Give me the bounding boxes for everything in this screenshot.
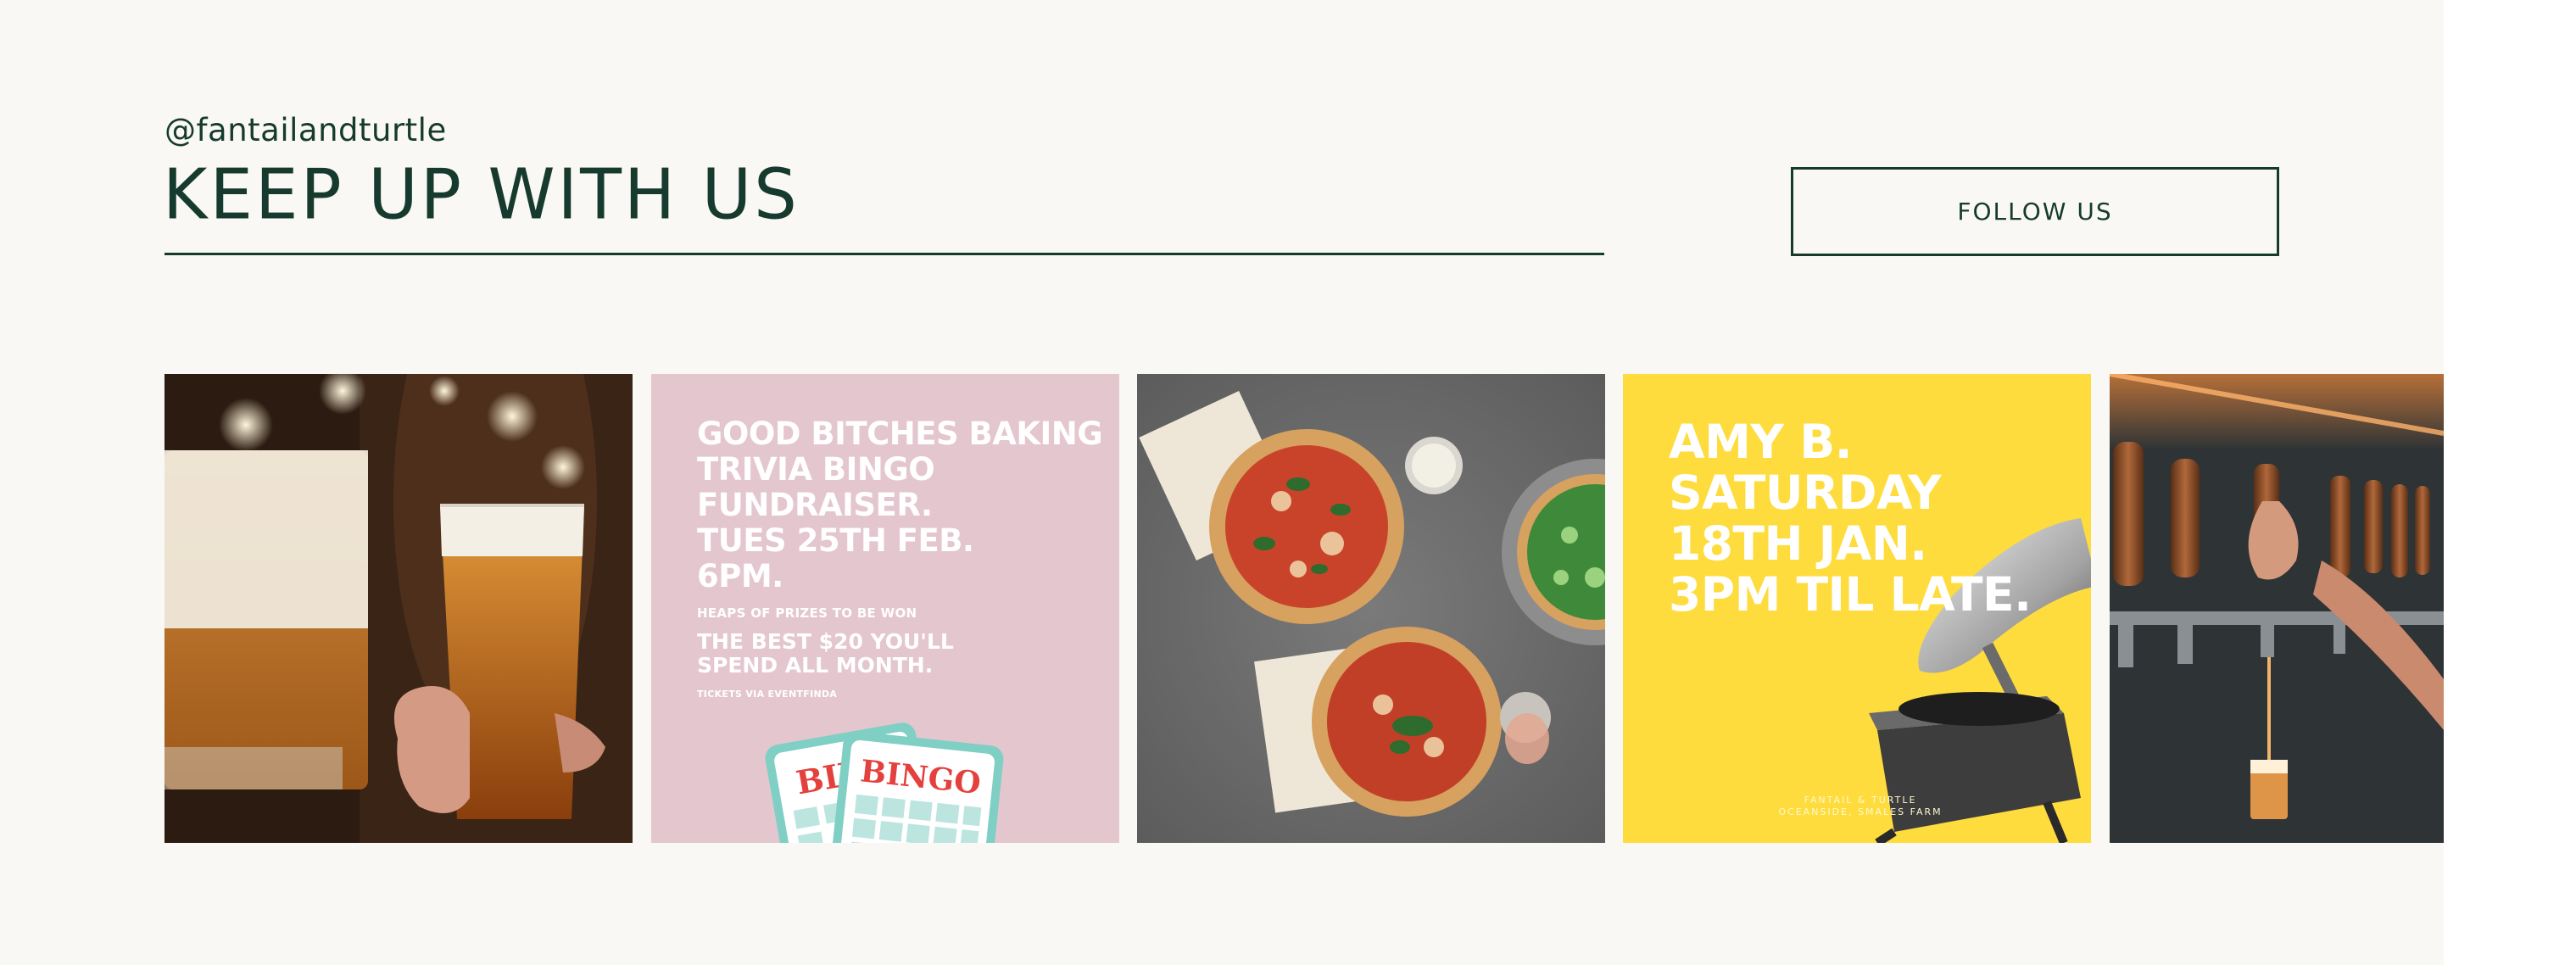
page-title: KEEP UP WITH US [163,154,800,235]
pizzas-photo [1137,374,1605,843]
title-underline [164,253,1604,255]
gig-venue-credit: FANTAIL & TURTLE OCEANSIDE, SMALES FARM [1623,795,2091,818]
gig-headline-line: AMY B. [1669,415,1853,469]
gallery-tile-pizzas[interactable] [1137,374,1605,843]
bingo-cards-illustration: BING BINGO [765,722,1004,843]
gallery-tile-beer-taps[interactable] [2110,374,2444,843]
beer-taps-photo [2110,374,2444,843]
gallery-tile-gig-poster[interactable]: AMY B. SATURDAY 18TH JAN. 3PM TIL LATE. … [1623,374,2091,843]
gallery-tile-bingo-poster[interactable]: GOOD BITCHES BAKING TRIVIA BINGO FUNDRAI… [651,374,1119,843]
follow-us-button[interactable]: FOLLOW US [1791,167,2279,256]
instagram-gallery: GOOD BITCHES BAKING TRIVIA BINGO FUNDRAI… [164,374,2444,843]
gig-credit-line: FANTAIL & TURTLE [1804,795,1917,806]
gig-headline-line: 18TH JAN. [1669,516,1927,571]
instagram-handle: @fantailandturtle [164,112,447,148]
gig-headline-line: SATURDAY [1669,466,1942,520]
gig-credit-line: OCEANSIDE, SMALES FARM [1778,806,1943,817]
page: @fantailandturtle KEEP UP WITH US FOLLOW… [0,0,2444,965]
beers-photo [164,374,633,843]
gig-headline-line: 3PM TIL LATE. [1669,567,2032,622]
gig-headline: AMY B. SATURDAY 18TH JAN. 3PM TIL LATE. [1669,416,2076,620]
gallery-tile-beers[interactable] [164,374,633,843]
